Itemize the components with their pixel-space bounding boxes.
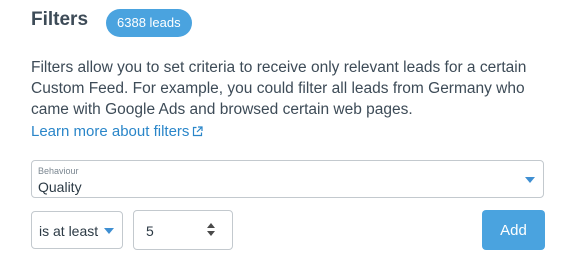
operator-select[interactable]: is at least — [31, 211, 123, 249]
learn-more-label: Learn more about filters — [31, 123, 190, 140]
chevron-down-icon — [104, 228, 114, 234]
operator-select-value: is at least — [39, 223, 99, 239]
external-link-icon — [193, 126, 204, 137]
page-title: Filters — [31, 9, 89, 30]
behaviour-select-value: Quality — [38, 179, 82, 195]
threshold-value: 5 — [146, 223, 154, 239]
leads-count-badge: 6388 leads — [106, 9, 192, 37]
behaviour-select[interactable]: Behaviour Quality — [31, 160, 544, 198]
behaviour-select-label: Behaviour — [38, 166, 79, 176]
filters-header: Filters — [31, 9, 88, 31]
filters-description: Filters allow you to set criteria to rec… — [31, 59, 527, 118]
chevron-down-icon — [525, 177, 535, 183]
add-button[interactable]: Add — [482, 210, 545, 250]
spin-down-icon[interactable] — [207, 231, 215, 236]
learn-more-link[interactable]: Learn more about filters — [31, 123, 204, 140]
threshold-number-input[interactable]: 5 — [133, 210, 233, 250]
spin-up-icon[interactable] — [207, 223, 215, 228]
number-spinner[interactable] — [207, 223, 216, 237]
